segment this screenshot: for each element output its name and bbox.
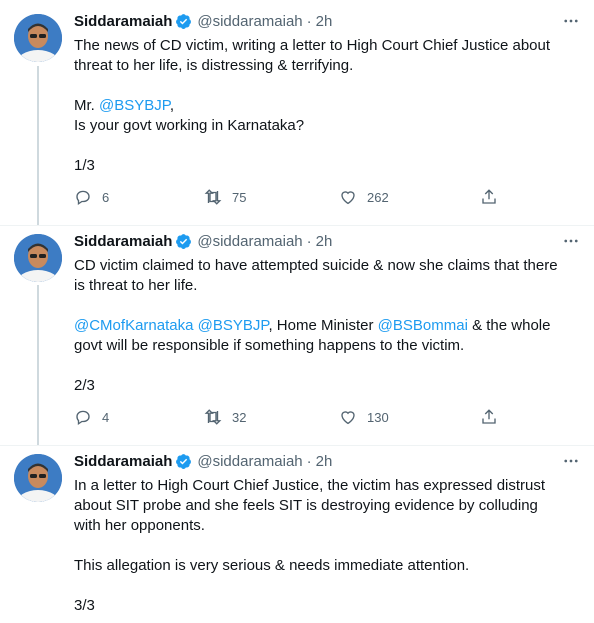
more-options-icon[interactable] [560, 10, 582, 32]
text-segment: , [169, 97, 174, 114]
handle[interactable]: @siddaramaiah [197, 13, 302, 30]
text-line: is threat to her life. [74, 277, 198, 294]
like-icon [341, 191, 355, 205]
display-name[interactable]: Siddaramaiah [74, 13, 172, 30]
like-button[interactable]: 262 [339, 188, 389, 206]
share-icon [482, 189, 496, 204]
avatar-image [14, 234, 62, 282]
separator-dot: · [306, 452, 312, 470]
tweet[interactable]: Siddaramaiah @siddaramaiah · 2h In a let… [0, 445, 594, 623]
text-line: threat to her life, is distressing & ter… [74, 57, 354, 74]
share-button[interactable] [480, 188, 498, 206]
text-line: @CMofKarnataka @BSYBJP, Home Minister @B… [74, 316, 579, 336]
mention-link[interactable]: @BSBommai [378, 317, 468, 334]
mention-link[interactable]: @CMofKarnataka [74, 317, 193, 334]
mention-link[interactable]: @BSYBJP [198, 317, 269, 334]
timestamp[interactable]: 2h [316, 13, 333, 30]
display-name[interactable]: Siddaramaiah [74, 453, 172, 470]
text-line: The news of CD victim, writing a letter … [74, 37, 551, 54]
tweet[interactable]: Siddaramaiah @siddaramaiah · 2h The news… [0, 0, 594, 225]
separator-dot: · [306, 12, 312, 30]
thread-counter: 1/3 [74, 157, 95, 174]
retweet-count: 32 [232, 409, 247, 425]
share-button[interactable] [480, 408, 498, 426]
timestamp[interactable]: 2h [316, 453, 333, 470]
avatar-image [14, 454, 62, 502]
retweet-button[interactable]: 32 [204, 408, 246, 426]
like-icon [341, 411, 355, 425]
retweet-count: 75 [232, 189, 247, 205]
tweet-header: Siddaramaiah @siddaramaiah · 2h [74, 450, 332, 472]
text-line: In a letter to High Court Chief Justice,… [74, 477, 546, 494]
handle[interactable]: @siddaramaiah [197, 453, 302, 470]
thread-counter: 3/3 [74, 597, 95, 614]
tweet-header: Siddaramaiah @siddaramaiah · 2h [74, 10, 332, 32]
avatar[interactable] [14, 234, 62, 282]
verified-badge-icon [176, 453, 192, 469]
text-segment: , Home Minister [268, 317, 378, 334]
like-count: 130 [367, 409, 389, 425]
tweet-header: Siddaramaiah @siddaramaiah · 2h [74, 230, 332, 252]
tweet-text: The news of CD victim, writing a letter … [74, 36, 579, 176]
retweet-icon [204, 189, 222, 205]
tweet-text: CD victim claimed to have attempted suic… [74, 256, 579, 396]
retweet-button[interactable]: 75 [204, 188, 246, 206]
more-options-icon[interactable] [560, 450, 582, 472]
text-line: This allegation is very serious & needs … [74, 557, 470, 574]
text-line: with her opponents. [74, 517, 205, 534]
mention-link[interactable]: @BSYBJP [99, 97, 170, 114]
text-segment: & the whole [467, 317, 551, 334]
reply-icon [76, 410, 90, 426]
reply-icon [76, 190, 90, 206]
verified-badge-icon [176, 233, 192, 249]
text-line: Is your govt working in Karnataka? [74, 117, 305, 134]
reply-count: 6 [102, 189, 110, 205]
text-line: about SIT probe and she feels SIT is des… [74, 497, 538, 514]
more-options-icon[interactable] [560, 230, 582, 252]
display-name[interactable]: Siddaramaiah [74, 233, 172, 250]
like-button[interactable]: 130 [339, 408, 389, 426]
timestamp[interactable]: 2h [316, 233, 333, 250]
retweet-icon [204, 409, 222, 425]
text-line: govt will be responsible if something ha… [74, 337, 465, 354]
like-count: 262 [367, 189, 389, 205]
tweet[interactable]: Siddaramaiah @siddaramaiah · 2h CD victi… [0, 225, 594, 445]
handle[interactable]: @siddaramaiah [197, 233, 302, 250]
reply-button[interactable]: 4 [74, 408, 109, 426]
share-icon [482, 409, 496, 424]
text-segment: Mr. [74, 97, 99, 114]
thread-counter: 2/3 [74, 377, 95, 394]
action-bar: 6 75 262 [74, 186, 514, 208]
separator-dot: · [306, 232, 312, 250]
reply-count: 4 [102, 409, 110, 425]
tweet-text: In a letter to High Court Chief Justice,… [74, 476, 579, 616]
text-line: CD victim claimed to have attempted suic… [74, 257, 558, 274]
reply-button[interactable]: 6 [74, 188, 109, 206]
text-line: Mr. @BSYBJP, [74, 96, 579, 116]
avatar-image [14, 14, 62, 62]
verified-badge-icon [176, 13, 192, 29]
avatar[interactable] [14, 14, 62, 62]
action-bar: 4 32 130 [74, 406, 514, 428]
avatar[interactable] [14, 454, 62, 502]
